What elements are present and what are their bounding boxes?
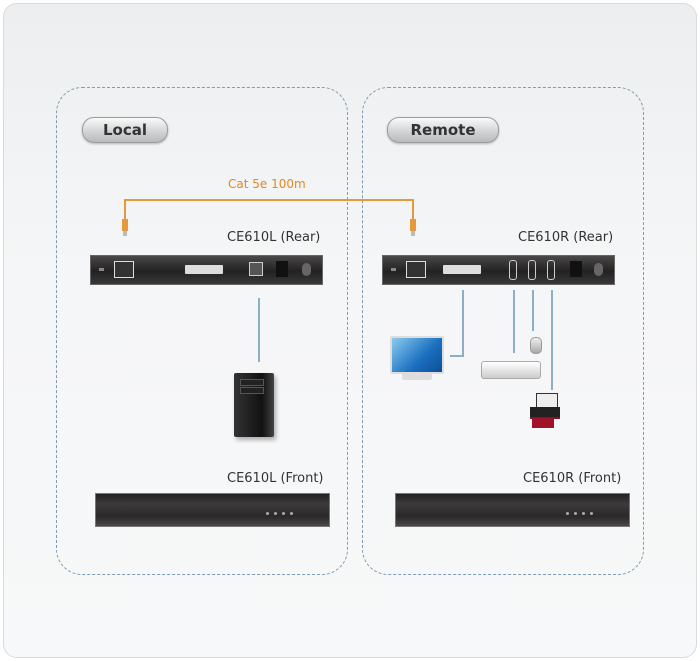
ce610r-rear-unit [382,255,615,285]
rj45-port-icon [114,261,134,278]
keyboard-wire [513,290,515,353]
dvi-port-icon [443,265,481,274]
led-icon [391,268,396,271]
grounding-icon [302,263,311,276]
led-indicator [290,512,293,515]
rj45-plug-icon [122,219,128,236]
remote-rear-label: CE610R (Rear) [518,230,614,245]
cable-drop-left [124,199,126,219]
ce610r-front-unit [395,493,630,527]
led-indicator [266,512,269,515]
monitor-wire [462,290,464,356]
printer-wire [551,290,553,390]
led-indicator [282,512,285,515]
ce610l-front-unit [95,493,330,527]
local-rear-label: CE610L (Rear) [227,230,321,245]
ce610l-rear-unit [90,255,323,285]
remote-zone-label: Remote [387,117,499,143]
grounding-icon [594,263,603,276]
power-jack-icon [276,261,288,277]
led-indicator [590,512,593,515]
cable-label: Cat 5e 100m [228,177,306,191]
rj45-port-icon [406,261,426,278]
keyboard-icon [481,361,541,379]
usb-a-port-icon [528,260,536,280]
usb-a-port-icon [509,260,517,280]
monitor-wire-h [450,355,464,357]
computer-tower-icon [234,373,274,437]
computer-wire [258,298,260,362]
mouse-wire [532,290,534,331]
usb-a-port-icon [547,260,555,280]
rj45-plug-icon [410,219,416,236]
remote-front-label: CE610R (Front) [523,471,622,486]
dvi-port-icon [185,265,223,274]
monitor-icon [390,336,444,374]
mouse-icon [530,337,542,354]
led-indicator [566,512,569,515]
printer-icon [530,393,560,429]
local-front-label: CE610L (Front) [227,471,324,486]
led-indicator [582,512,585,515]
led-icon [99,268,104,271]
usb-b-port-icon [249,262,263,276]
cable-line [124,199,414,201]
led-indicator [574,512,577,515]
power-jack-icon [570,261,582,277]
local-zone-label: Local [82,117,168,143]
monitor-stand-icon [402,372,432,380]
led-indicator [274,512,277,515]
cable-drop-right [412,199,414,219]
